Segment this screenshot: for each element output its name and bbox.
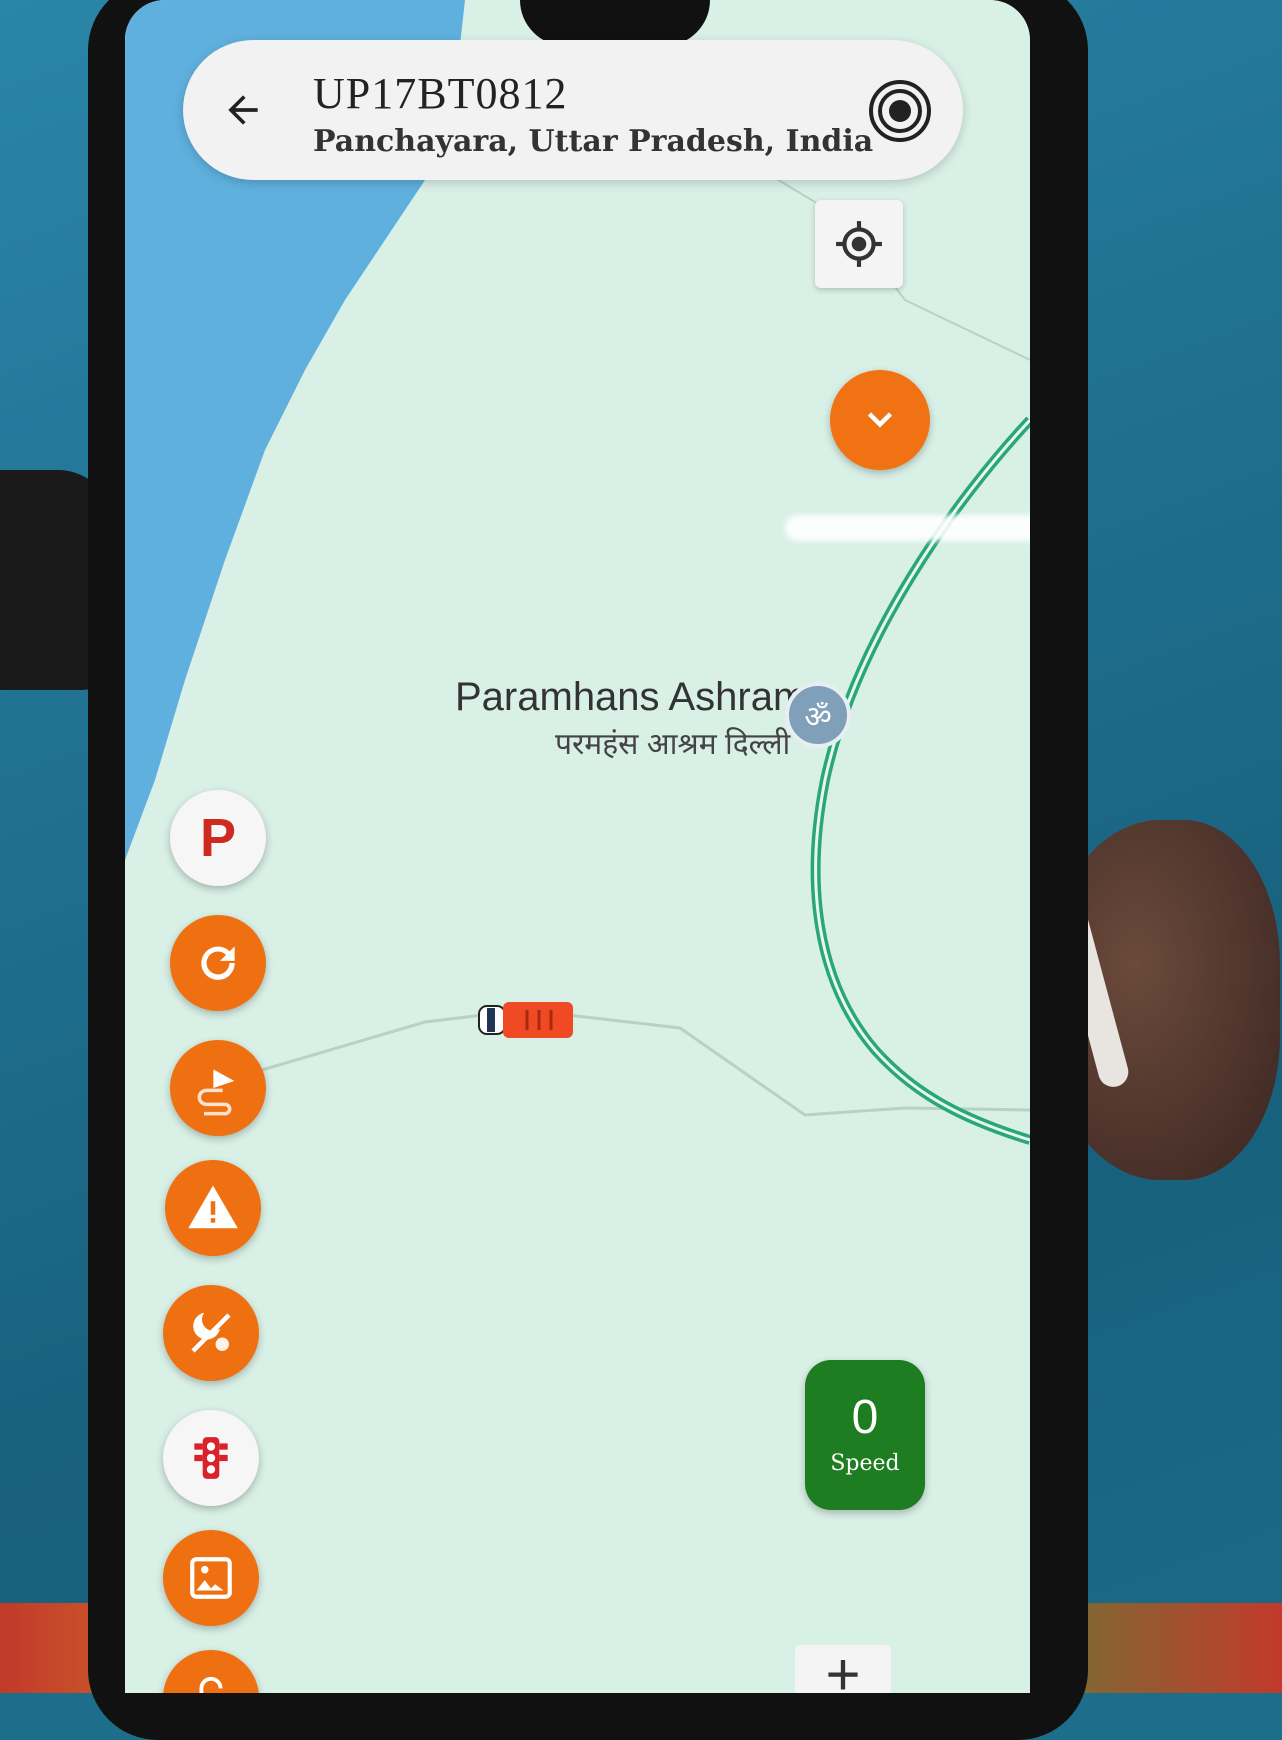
vehicle-marker[interactable] [477, 1000, 577, 1040]
vehicle-header: UP17BT0812 Panchayara, Uttar Pradesh, In… [183, 40, 963, 180]
route-icon [197, 1069, 235, 1116]
vehicle-number: UP17BT0812 [313, 69, 568, 118]
poi-name-hindi[interactable]: परमहंस आश्रम दिल्ली [555, 722, 790, 763]
warning-icon [188, 1185, 238, 1229]
parking-button[interactable]: P [170, 790, 266, 886]
crosshair-icon [836, 221, 882, 267]
zoom-in-button[interactable]: + [795, 1645, 891, 1693]
poi-name[interactable]: Paramhans Ashram [455, 675, 806, 720]
collapse-button[interactable] [830, 370, 930, 470]
speed-indicator: 0 Speed [805, 1360, 925, 1510]
refresh-button[interactable] [170, 915, 266, 1011]
speed-value: 0 [851, 1391, 879, 1444]
day-night-button[interactable] [163, 1285, 259, 1381]
speed-label: Speed [830, 1451, 900, 1476]
lock-icon [199, 1676, 223, 1693]
image-button[interactable] [163, 1530, 259, 1626]
vehicle-location: Panchayara, Uttar Pradesh, India [313, 124, 874, 159]
om-icon[interactable]: ॐ [785, 682, 851, 748]
my-location-button[interactable] [815, 200, 903, 288]
route-playback-button[interactable] [170, 1040, 266, 1136]
image-icon [190, 1557, 232, 1599]
traffic-light-icon [194, 1437, 228, 1479]
chevron-down-icon [867, 412, 893, 428]
alert-button[interactable] [165, 1160, 261, 1256]
arrow-left-icon[interactable] [213, 80, 273, 140]
parking-icon: P [199, 808, 237, 868]
target-icon[interactable] [867, 78, 933, 144]
screen-glare [785, 515, 1030, 541]
map-screen[interactable]: UP17BT0812 Panchayara, Uttar Pradesh, In… [125, 0, 1030, 1693]
refresh-icon [201, 946, 235, 980]
traffic-button[interactable] [163, 1410, 259, 1506]
day-night-icon [191, 1312, 231, 1353]
